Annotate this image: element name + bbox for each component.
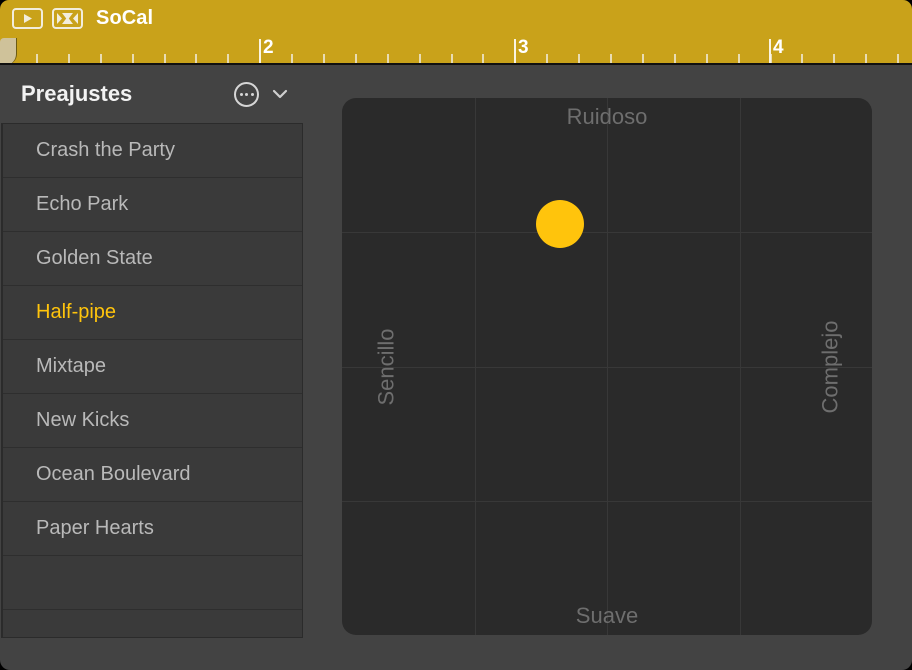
ruler-minor-tick [164, 54, 166, 63]
ruler-minor-tick [897, 54, 899, 63]
ellipsis-circle-icon[interactable] [234, 82, 259, 107]
preset-list-item[interactable]: Paper Hearts [3, 502, 302, 556]
ruler-minor-tick [833, 54, 835, 63]
ruler-minor-tick [291, 54, 293, 63]
xy-label-right: Complejo [818, 320, 844, 413]
ruler-minor-tick [323, 54, 325, 63]
ruler-minor-tick [578, 54, 580, 63]
ruler-minor-tick [195, 54, 197, 63]
ruler-minor-tick [387, 54, 389, 63]
flex-time-icon[interactable] [52, 8, 83, 29]
xy-pad[interactable]: Ruidoso Suave Sencillo Complejo [342, 98, 872, 635]
preset-list-item[interactable]: Half-pipe [3, 286, 302, 340]
ruler-minor-tick [132, 54, 134, 63]
ruler-minor-tick [451, 54, 453, 63]
preset-list-item[interactable]: Mixtape [3, 340, 302, 394]
ruler-minor-tick [68, 54, 70, 63]
ruler-minor-tick [674, 54, 676, 63]
ruler-bar-number: 4 [769, 37, 784, 59]
xy-grid-line-horizontal [342, 501, 872, 502]
ruler-minor-tick [738, 54, 740, 63]
ruler-minor-tick [227, 54, 229, 63]
ruler-minor-tick [419, 54, 421, 63]
page-title: Preajustes [21, 81, 234, 107]
plugin-body: Preajustes Crash the PartyEcho ParkGolde… [0, 65, 912, 670]
playhead-marker[interactable] [0, 38, 17, 65]
plugin-window: SoCal 2 3 4 Preajustes Crash the PartyEcho… [0, 0, 912, 670]
timeline-ruler[interactable]: 2 3 4 [0, 37, 912, 65]
chevron-down-icon[interactable] [271, 85, 289, 103]
ruler-minor-tick [36, 54, 38, 63]
presets-header: Preajustes [0, 65, 303, 123]
presets-sidebar: Preajustes Crash the PartyEcho ParkGolde… [0, 65, 303, 638]
ruler-bar-number: 2 [259, 37, 274, 59]
preset-list-item[interactable]: New Kicks [3, 394, 302, 448]
xy-grid-line-vertical [740, 98, 741, 635]
ruler-bar-number: 3 [514, 37, 529, 59]
ruler-minor-tick [801, 54, 803, 63]
xy-label-top: Ruidoso [342, 104, 872, 130]
preset-list-item[interactable]: Echo Park [3, 178, 302, 232]
ruler-minor-tick [642, 54, 644, 63]
ruler-minor-tick [100, 54, 102, 63]
ruler-minor-tick [482, 54, 484, 63]
titlebar: SoCal [0, 0, 912, 37]
ruler-minor-tick [355, 54, 357, 63]
xy-label-left: Sencillo [374, 328, 400, 405]
preset-list-item[interactable]: Ocean Boulevard [3, 448, 302, 502]
ruler-minor-tick [546, 54, 548, 63]
plugin-title: SoCal [96, 7, 153, 30]
play-icon[interactable] [12, 8, 43, 29]
ruler-minor-tick [610, 54, 612, 63]
preset-list-item-empty[interactable] [3, 556, 302, 610]
ruler-minor-tick [706, 54, 708, 63]
xy-grid-line-horizontal [342, 367, 872, 368]
preset-list-item[interactable]: Crash the Party [3, 124, 302, 178]
xy-pad-puck[interactable] [536, 200, 584, 248]
presets-list[interactable]: Crash the PartyEcho ParkGolden StateHalf… [1, 123, 303, 638]
preset-list-item[interactable]: Golden State [3, 232, 302, 286]
ruler-minor-tick [865, 54, 867, 63]
xy-label-bottom: Suave [342, 603, 872, 629]
